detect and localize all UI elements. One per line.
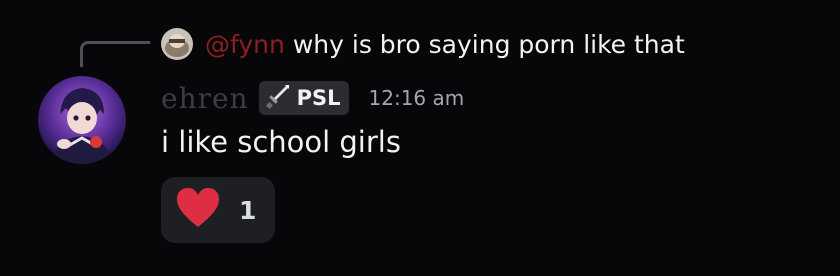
reply-mention[interactable]: @fynn xyxy=(205,30,285,59)
guild-tag[interactable]: PSL xyxy=(258,81,349,115)
guild-tag-label: PSL xyxy=(296,86,341,110)
heart-reaction-button[interactable]: 1 xyxy=(161,177,275,243)
chat-message: @fynn why is bro saying porn like that e xyxy=(0,0,840,276)
reply-connector xyxy=(80,41,150,67)
reaction-count: 1 xyxy=(239,195,257,225)
message-content: i like school girls xyxy=(161,125,401,159)
username[interactable]: ehren xyxy=(161,82,249,115)
heart-icon xyxy=(175,187,221,233)
reply-preview[interactable]: @fynn why is bro saying porn like that xyxy=(161,26,685,62)
sword-icon xyxy=(265,83,291,113)
avatar[interactable] xyxy=(38,76,126,164)
reply-avatar[interactable] xyxy=(161,28,193,60)
message-header: ehren PSL 12:16 am xyxy=(161,78,464,118)
reply-text[interactable]: why is bro saying porn like that xyxy=(293,30,685,59)
timestamp[interactable]: 12:16 am xyxy=(369,86,465,110)
